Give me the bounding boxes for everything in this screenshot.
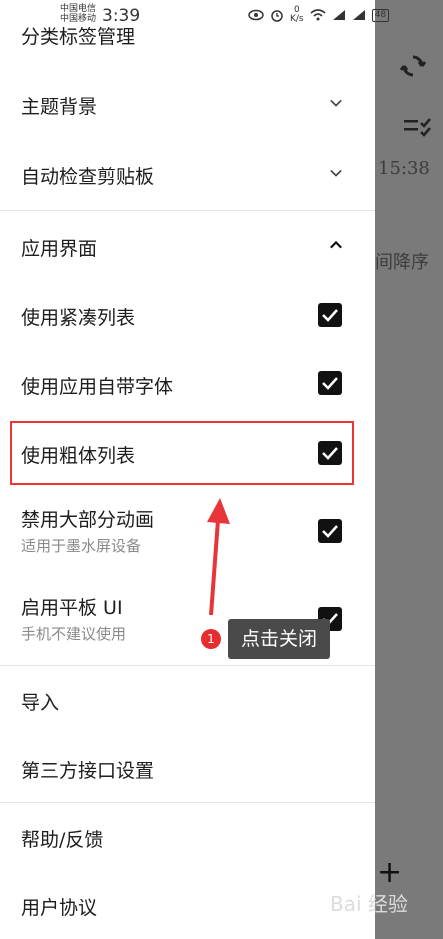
carrier-info: 中国电信 中国移动 [60, 4, 96, 24]
signal-icon-1 [332, 10, 345, 20]
carrier-line-2: 中国移动 [60, 14, 97, 24]
drawer-item-label: 第三方接口设置 [21, 760, 155, 782]
drawer-item-import[interactable]: 导入 [0, 666, 375, 736]
bg-list-timestamp: 15:38 [378, 158, 430, 179]
annotation-arrow-icon [207, 498, 230, 616]
setting-disable-animations[interactable]: 禁用大部分动画 适用于墨水屏设备 [0, 495, 375, 575]
setting-label: 使用紧凑列表 [21, 307, 136, 329]
section-title: 应用界面 [21, 238, 98, 260]
add-button[interactable]: + [377, 855, 402, 890]
eye-icon [248, 9, 264, 21]
net-speed: 0 K/s [290, 6, 304, 24]
drawer-item-label: 帮助/反馈 [21, 829, 104, 851]
status-icons: 0 K/s 48 [248, 6, 390, 24]
drawer-item-label: 用户协议 [21, 897, 98, 919]
check-icon [322, 377, 338, 390]
setting-compact-list[interactable]: 使用紧凑列表 [0, 281, 375, 351]
status-time: 3:39 [102, 6, 141, 26]
checkbox-checked[interactable] [318, 303, 342, 327]
chevron-down-icon [330, 169, 342, 177]
drawer-item-label: 自动检查剪贴板 [21, 166, 155, 188]
drawer-section-app-interface[interactable]: 应用界面 [0, 211, 375, 281]
check-icon [322, 309, 338, 322]
drawer-item-help-feedback[interactable]: 帮助/反馈 [0, 803, 375, 871]
check-icon [322, 525, 338, 538]
setting-app-font[interactable]: 使用应用自带字体 [0, 351, 375, 421]
drawer-item-auto-clipboard[interactable]: 自动检查剪贴板 [0, 139, 375, 209]
annotation-tooltip: 点击关闭 [228, 619, 330, 659]
carrier-line-1: 中国电信 [60, 4, 97, 14]
drawer-item-third-party-api[interactable]: 第三方接口设置 [0, 736, 375, 802]
checkbox-checked[interactable] [318, 371, 342, 395]
sort-check-icon[interactable] [404, 117, 432, 137]
status-bar: 中国电信 中国移动 3:39 0 K/s 48 [0, 0, 443, 30]
step-badge: 1 [201, 629, 221, 649]
setting-description: 手机不建议使用 [21, 625, 127, 643]
watermark-logo: Bai 经验 [330, 892, 408, 916]
bg-sort-label: 间降序 [375, 252, 429, 273]
chevron-down-icon [330, 99, 342, 107]
drawer-item-label: 导入 [21, 692, 60, 714]
signal-icon-2 [352, 10, 365, 20]
setting-label: 启用平板 UI [21, 597, 123, 619]
drawer-item-theme-background[interactable]: 主题背景 [0, 69, 375, 139]
sync-icon[interactable] [400, 53, 426, 79]
net-speed-unit: K/s [290, 14, 304, 24]
setting-description: 适用于墨水屏设备 [21, 537, 142, 555]
setting-label: 禁用大部分动画 [21, 509, 155, 531]
alarm-icon [271, 10, 283, 22]
highlight-box [10, 421, 354, 485]
setting-label: 使用应用自带字体 [21, 376, 174, 398]
drawer-item-label: 主题背景 [21, 96, 98, 118]
drawer-item-user-agreement[interactable]: 用户协议 [0, 871, 375, 939]
checkbox-checked[interactable] [318, 519, 342, 543]
chevron-up-icon [330, 240, 342, 249]
battery-icon: 48 [371, 8, 390, 22]
wifi-icon [310, 9, 326, 21]
